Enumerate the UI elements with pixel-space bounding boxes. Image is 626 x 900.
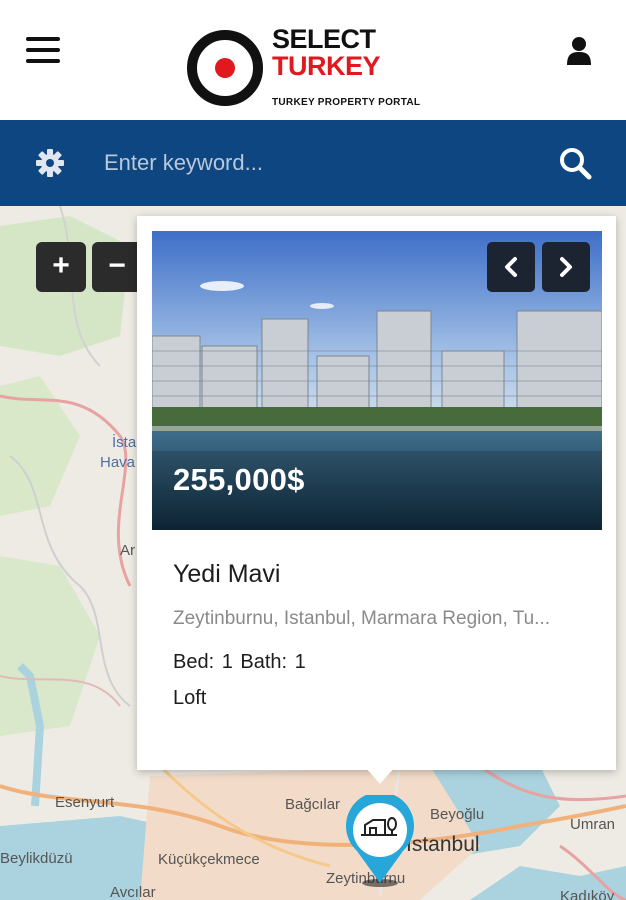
search-input[interactable]: [104, 140, 524, 186]
zoom-in-button[interactable]: +: [36, 242, 86, 292]
next-photo-button[interactable]: [542, 242, 590, 292]
brand-logo[interactable]: SELECT TURKEY TURKEY PROPERTY PORTAL: [186, 24, 446, 114]
hamburger-icon[interactable]: [26, 37, 60, 63]
gear-icon[interactable]: [35, 148, 65, 178]
map-label-arnavutkoy: Ar: [120, 542, 135, 559]
popup-pointer: [366, 768, 394, 784]
chevron-right-icon: [560, 257, 572, 277]
map-label-airport-1: İsta: [112, 434, 137, 451]
map-label-airport-2: Hava: [100, 454, 136, 471]
map-label-beylikduzu: Beylikdüzü: [0, 850, 73, 867]
chevron-left-icon: [505, 257, 517, 277]
brand-name-line2: TURKEY: [272, 51, 381, 81]
listing-bed-bath: Bed: 1 Bath: 1: [173, 651, 306, 673]
search-icon[interactable]: [558, 146, 592, 180]
logo-target-icon: [187, 30, 263, 106]
listing-address: Zeytinburnu, Istanbul, Marmara Region, T…: [173, 608, 551, 629]
map-label-kucukcekmece: Küçükçekmece: [158, 851, 260, 868]
brand-name-line1: SELECT: [272, 24, 376, 54]
app-header: SELECT TURKEY TURKEY PROPERTY PORTAL: [0, 0, 626, 120]
map-label-umraniye: Umran: [570, 816, 616, 833]
map-label-bagcilar: Bağcılar: [285, 796, 341, 813]
user-icon[interactable]: [565, 36, 593, 66]
listing-title[interactable]: Yedi Mavi: [173, 560, 280, 589]
map-label-avcilar: Avcılar: [110, 884, 156, 900]
map-marker-pin[interactable]: [341, 795, 419, 887]
map-label-kadikoy: Kadıköy: [560, 888, 615, 900]
listing-type: Loft: [173, 687, 207, 709]
map-label-beyoglu: Beyoğlu: [430, 806, 485, 823]
map-label-esenyurt: Esenyurt: [55, 794, 115, 811]
brand-tagline: TURKEY PROPERTY PORTAL: [272, 97, 421, 108]
prev-photo-button[interactable]: [487, 242, 535, 292]
zoom-out-button[interactable]: −: [92, 242, 142, 292]
listing-price: 255,000$: [173, 462, 305, 497]
